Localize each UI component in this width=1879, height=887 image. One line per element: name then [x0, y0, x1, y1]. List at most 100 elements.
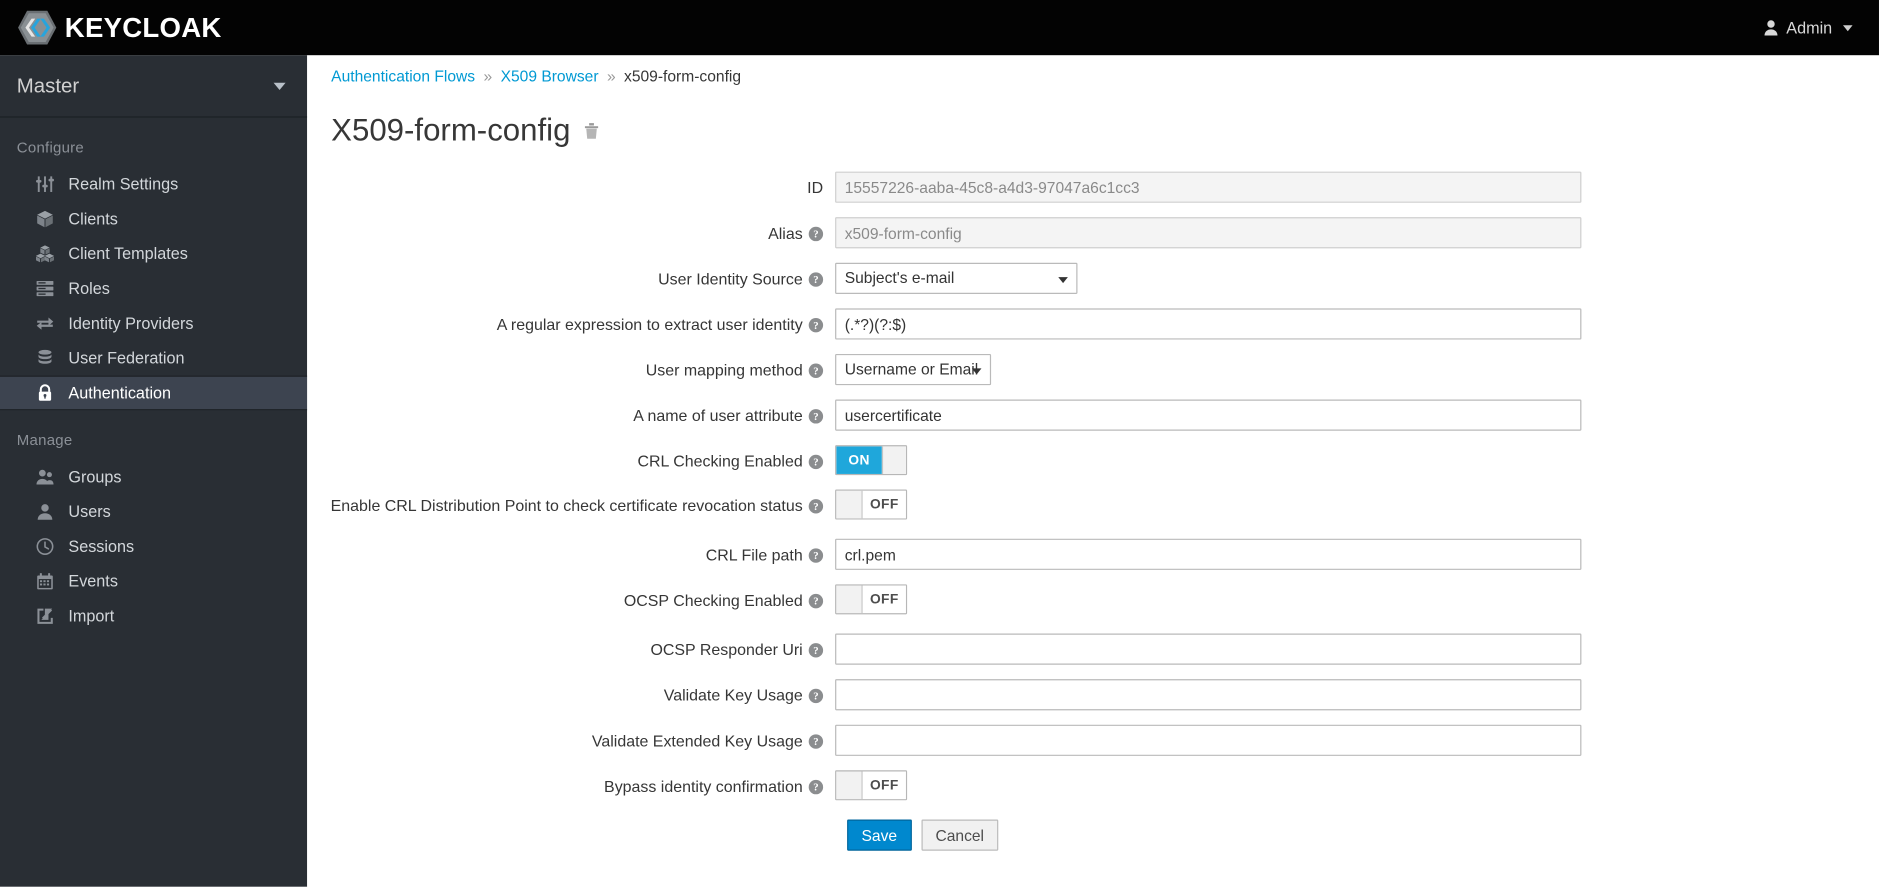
toggle-state-label: OFF [862, 771, 906, 800]
form-label-user-attribute-name: A name of user attribute? [307, 400, 835, 428]
form-control-bypass-identity-confirmation: OFF [835, 770, 908, 805]
help-icon[interactable]: ? [808, 226, 824, 242]
sidebar-group-title: Configure [16, 139, 84, 156]
selected-value: Username or Email [844, 359, 979, 378]
breadcrumb-current: x509-form-config [624, 67, 742, 86]
help-icon[interactable]: ? [808, 548, 824, 563]
sidebar-item-users[interactable]: Users [0, 494, 307, 529]
ocsp-responder-uri-input[interactable] [835, 633, 1582, 665]
crl-checking-enabled-toggle[interactable]: ON [835, 445, 908, 476]
sidebar-item-roles[interactable]: Roles [0, 271, 307, 306]
help-icon[interactable]: ? [808, 688, 824, 704]
validate-key-usage-input[interactable] [835, 679, 1582, 711]
sidebar-item-client-templates[interactable]: Client Templates [0, 236, 307, 271]
help-icon[interactable]: ? [808, 317, 824, 333]
sidebar-item-label: Import [68, 607, 115, 626]
validate-extended-key-usage-input[interactable] [835, 724, 1582, 756]
label-text: CRL File path [705, 545, 803, 564]
alias-input [835, 217, 1582, 249]
sliders-icon [35, 175, 54, 193]
form-control-ocsp-responder-uri [835, 633, 1582, 665]
cancel-button[interactable]: Cancel [921, 819, 999, 851]
sidebar-item-authentication[interactable]: Authentication [0, 375, 308, 411]
user-attribute-name-input[interactable] [835, 399, 1582, 431]
form-label-validate-extended-key-usage: Validate Extended Key Usage? [307, 725, 835, 753]
form-row-ocsp-responder-uri: OCSP Responder Uri? [307, 633, 1879, 665]
sidebar-item-events[interactable]: Events [0, 564, 307, 599]
save-button[interactable]: Save [847, 819, 912, 851]
sidebar-group-title: Manage [16, 431, 73, 449]
help-icon[interactable]: ? [808, 272, 824, 287]
chevron-down-icon [1842, 24, 1853, 31]
sidebar-item-label: User Federation [68, 349, 185, 368]
form-row-crl-distribution-point-enabled: Enable CRL Distribution Point to check c… [307, 489, 1879, 525]
sidebar-item-label: Client Templates [68, 244, 188, 263]
user-mapping-method-select[interactable]: Username or Email [835, 353, 992, 386]
realm-selector[interactable]: Master [0, 55, 308, 118]
breadcrumb-separator: » [483, 67, 493, 86]
cubes-icon [35, 245, 54, 263]
help-icon[interactable]: ? [808, 409, 824, 424]
help-icon[interactable]: ? [808, 454, 824, 470]
help-icon[interactable]: ? [808, 363, 824, 378]
form-action-buttons: Save Cancel [307, 819, 1879, 851]
user-identity-regex-input[interactable] [835, 308, 1582, 340]
sidebar-item-identity-providers[interactable]: Identity Providers [0, 306, 307, 341]
id-input [835, 171, 1582, 203]
user-account-menu[interactable]: Admin [1756, 14, 1860, 42]
sidebar-item-clients[interactable]: Clients [0, 202, 307, 237]
list-icon [36, 280, 54, 298]
keycloak-hexagon-icon [18, 10, 57, 45]
label-text: ID [807, 178, 824, 197]
form-control-alias [835, 217, 1582, 249]
breadcrumb-link[interactable]: Authentication Flows [331, 67, 475, 85]
keycloak-logo[interactable]: KEYCLOAK [17, 10, 222, 46]
sidebar-nav-list: Configure Realm Settings Clients Client Tem… [0, 118, 308, 634]
label-text: User Identity Source [658, 269, 803, 288]
sidebar-item-user-federation[interactable]: User Federation [0, 341, 307, 376]
toggle-knob [836, 771, 863, 800]
form-row-crl-file-path: CRL File path? [307, 538, 1879, 570]
keycloak-admin-console: KEYCLOAK Admin Master Configure Realm Set… [0, 0, 1879, 887]
help-icon[interactable]: ? [808, 499, 824, 514]
form-control-user-identity-regex [835, 308, 1582, 340]
user-identity-source-select[interactable]: Subject's e-mail [835, 262, 1078, 294]
form-control-validate-extended-key-usage [835, 724, 1582, 756]
help-icon[interactable]: ? [808, 643, 824, 658]
breadcrumb-link[interactable]: X509 Browser [501, 67, 599, 85]
sidebar-item-sessions[interactable]: Sessions [0, 529, 307, 564]
form-label-user-mapping-method: User mapping method? [307, 354, 835, 382]
form-control-user-attribute-name [835, 399, 1582, 431]
sidebar-item-realm-settings[interactable]: Realm Settings [0, 167, 307, 202]
label-text: User mapping method [645, 361, 803, 380]
sidebar-item-import[interactable]: Import [0, 599, 307, 634]
label-text: Validate Extended Key Usage [591, 731, 803, 750]
sidebar-item-label: Clients [68, 209, 118, 228]
toggle-knob [881, 446, 906, 474]
chevron-down-icon [1058, 277, 1068, 284]
trash-icon[interactable] [584, 121, 601, 140]
help-icon[interactable]: ? [808, 593, 824, 609]
help-icon[interactable]: ? [808, 779, 824, 795]
form-row-user-attribute-name: A name of user attribute? [307, 399, 1879, 431]
form-label-crl-checking-enabled: CRL Checking Enabled? [307, 445, 835, 473]
sidebar-item-label: Realm Settings [68, 175, 179, 194]
breadcrumb-separator: » [606, 67, 616, 86]
help-icon[interactable]: ? [808, 734, 824, 749]
form-label-validate-key-usage: Validate Key Usage? [307, 679, 835, 707]
label-text: Validate Key Usage [663, 686, 803, 705]
ocsp-checking-enabled-toggle[interactable]: OFF [835, 584, 908, 615]
toggle-knob [836, 585, 863, 614]
crl-file-path-input[interactable] [835, 538, 1582, 570]
form-row-user-identity-regex: A regular expression to extract user ide… [307, 308, 1879, 340]
crl-distribution-point-enabled-toggle[interactable]: OFF [835, 489, 908, 520]
label-text: OCSP Checking Enabled [623, 591, 803, 610]
user-avatar-icon [1764, 20, 1778, 36]
sidebar-item-groups[interactable]: Groups [0, 460, 307, 495]
main-content: Authentication Flows » X509 Browser » x509-f… [307, 55, 1879, 887]
form-control-user-mapping-method: Username or Email [835, 353, 992, 386]
form-label-bypass-identity-confirmation: Bypass identity confirmation? [307, 770, 835, 798]
form-control-crl-file-path [835, 538, 1582, 570]
x509-config-form: IDAlias?User Identity Source?Subject's e… [307, 149, 1879, 851]
bypass-identity-confirmation-toggle[interactable]: OFF [835, 770, 908, 801]
